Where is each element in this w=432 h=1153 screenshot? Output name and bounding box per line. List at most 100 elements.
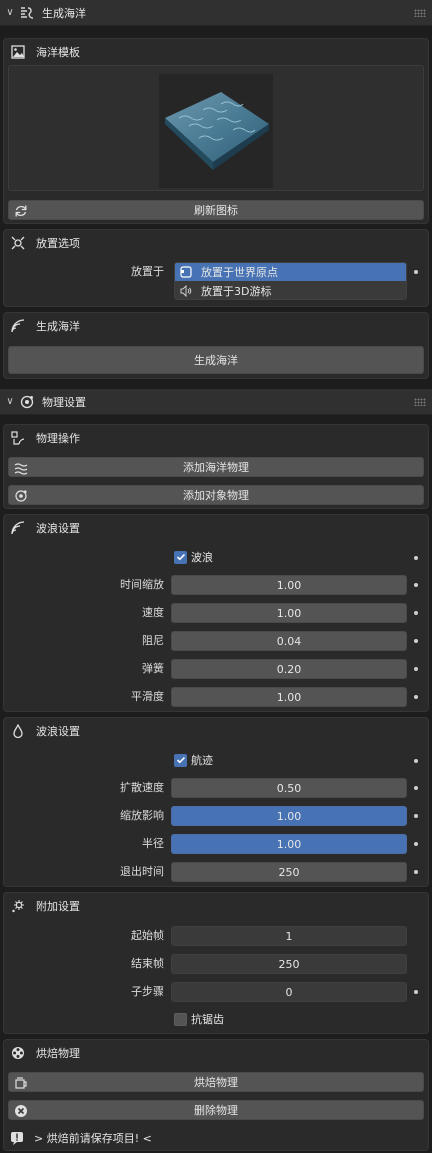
save-notice-row: > 烘焙前请保存项目! < — [10, 1129, 152, 1147]
addon-sidebar: ∨ 生成海洋 海洋模板 刷新图标 放置选项 放置于 放置于世界原点 放置于3D游… — [0, 0, 432, 1153]
ocean-thumbnail[interactable] — [159, 74, 273, 188]
trail-checkbox-label: 航迹 — [191, 754, 213, 767]
animate-property-dot[interactable] — [414, 611, 418, 615]
generate-ocean-label: 生成海洋 — [194, 354, 238, 367]
world-origin-icon — [178, 266, 194, 278]
animate-property-dot[interactable] — [414, 556, 418, 560]
save-notice-text: > 烘焙前请保存项目! < — [34, 1132, 152, 1145]
drag-grip-icon[interactable] — [414, 9, 426, 17]
ocean-preview-image — [165, 92, 269, 170]
wave-signal-icon — [10, 318, 26, 334]
chevron-down-icon[interactable]: ∨ — [3, 396, 17, 407]
radius-field[interactable]: 1.00 — [171, 834, 407, 854]
wave-settings-header: 波浪设置 — [4, 515, 428, 541]
physics-ops-icon — [10, 430, 26, 446]
refresh-icons-label: 刷新图标 — [194, 204, 238, 217]
wave-settings-box: 波浪设置 波浪 时间缩放 1.00 速度 1.00 阻尼 0.04 弹簧 0.2… — [3, 514, 429, 712]
placement-box: 放置选项 放置于 放置于世界原点 放置于3D游标 — [3, 229, 429, 307]
antialias-checkbox[interactable]: 抗锯齿 — [174, 1011, 224, 1027]
damping-field[interactable]: 0.04 — [171, 631, 407, 651]
cursor-speaker-icon — [178, 285, 194, 297]
bake-title: 烘焙物理 — [36, 1047, 80, 1060]
spring-label: 弹簧 — [142, 662, 164, 675]
generate-box-header: 生成海洋 — [4, 313, 428, 339]
smoothness-field[interactable]: 1.00 — [171, 687, 407, 707]
wave-checkbox-label: 波浪 — [191, 551, 213, 564]
delete-physics-button[interactable]: 删除物理 — [8, 1100, 424, 1120]
template-box-header: 海洋模板 — [4, 39, 428, 65]
animate-property-dot[interactable] — [414, 270, 418, 274]
extra-settings-title: 附加设置 — [36, 900, 80, 913]
damping-label: 阻尼 — [142, 634, 164, 647]
animate-property-dot[interactable] — [414, 786, 418, 790]
physics-ops-box: 物理操作 添加海洋物理 添加对象物理 — [3, 424, 429, 509]
add-ocean-physics-button[interactable]: 添加海洋物理 — [8, 457, 424, 477]
waves-icon — [13, 460, 29, 476]
particles-icon — [10, 898, 26, 914]
spread-speed-field[interactable]: 0.50 — [171, 778, 407, 798]
start-frame-label: 起始帧 — [131, 929, 164, 942]
substeps-field[interactable]: 0 — [171, 982, 407, 1002]
spread-speed-label: 扩散速度 — [120, 781, 164, 794]
film-reel-icon — [10, 1045, 26, 1061]
place-world-origin-option[interactable]: 放置于世界原点 — [175, 263, 406, 281]
animate-property-dot[interactable] — [414, 667, 418, 671]
time-scale-field[interactable]: 1.00 — [171, 575, 407, 595]
refresh-icon — [13, 203, 29, 219]
scale-influence-field[interactable]: 1.00 — [171, 806, 407, 826]
animate-property-dot[interactable] — [414, 639, 418, 643]
animate-property-dot[interactable] — [414, 583, 418, 587]
info-icon — [10, 1131, 24, 1145]
bake-header: 烘焙物理 — [4, 1040, 428, 1066]
wave-settings-title: 波浪设置 — [36, 522, 80, 535]
speed-field[interactable]: 1.00 — [171, 603, 407, 623]
add-object-physics-button[interactable]: 添加对象物理 — [8, 485, 424, 505]
extra-settings-box: 附加设置 起始帧 1 结束帧 250 子步骤 0 抗锯齿 — [3, 892, 429, 1034]
place-3d-cursor-option[interactable]: 放置于3D游标 — [175, 282, 406, 299]
bake-icon — [13, 1075, 29, 1091]
bake-physics-button[interactable]: 烘焙物理 — [8, 1072, 424, 1092]
place-at-label: 放置于 — [131, 265, 164, 278]
template-box: 海洋模板 刷新图标 — [3, 38, 429, 224]
placement-box-header: 放置选项 — [4, 230, 428, 256]
ocean-panel-header[interactable]: ∨ 生成海洋 — [0, 0, 432, 26]
physics-panel-header[interactable]: ∨ 物理设置 — [0, 389, 432, 415]
exit-time-field[interactable]: 250 — [171, 862, 407, 882]
animate-property-dot[interactable] — [414, 759, 418, 763]
placement-enum: 放置于世界原点 放置于3D游标 — [174, 262, 407, 300]
start-frame-field[interactable]: 1 — [171, 926, 407, 946]
pivot-icon — [10, 235, 26, 251]
chevron-down-icon[interactable]: ∨ — [3, 7, 17, 18]
animate-property-dot[interactable] — [414, 870, 418, 874]
animate-property-dot[interactable] — [414, 990, 418, 994]
cancel-circle-icon — [13, 1103, 29, 1119]
checkbox-box-icon[interactable] — [174, 1012, 187, 1026]
add-object-physics-label: 添加对象物理 — [183, 489, 249, 502]
checkmark-icon[interactable] — [174, 550, 187, 564]
add-ocean-physics-label: 添加海洋物理 — [183, 461, 249, 474]
refresh-icons-button[interactable]: 刷新图标 — [8, 200, 424, 220]
place-3d-cursor-label: 放置于3D游标 — [201, 285, 272, 298]
animate-property-dot[interactable] — [414, 695, 418, 699]
animate-property-dot[interactable] — [414, 814, 418, 818]
trail-checkbox[interactable]: 航迹 — [174, 752, 213, 768]
generate-box: 生成海洋 生成海洋 — [3, 312, 429, 379]
animate-property-dot[interactable] — [414, 842, 418, 846]
template-preview-frame[interactable] — [8, 65, 424, 191]
physics-ops-header: 物理操作 — [4, 425, 428, 451]
end-frame-label: 结束帧 — [131, 957, 164, 970]
wave-checkbox[interactable]: 波浪 — [174, 549, 213, 565]
drag-grip-icon[interactable] — [414, 398, 426, 406]
checkmark-icon[interactable] — [174, 753, 187, 767]
spring-field[interactable]: 0.20 — [171, 659, 407, 679]
wave-signal-icon — [10, 520, 26, 536]
generate-box-title: 生成海洋 — [36, 320, 80, 333]
object-physics-icon — [13, 488, 29, 504]
placement-box-title: 放置选项 — [36, 237, 80, 250]
smoothness-label: 平滑度 — [131, 690, 164, 703]
generate-ocean-button[interactable]: 生成海洋 — [8, 346, 424, 374]
ocean-logo-icon — [19, 5, 35, 21]
image-icon — [10, 44, 26, 60]
time-scale-label: 时间缩放 — [120, 578, 164, 591]
end-frame-field[interactable]: 250 — [171, 954, 407, 974]
